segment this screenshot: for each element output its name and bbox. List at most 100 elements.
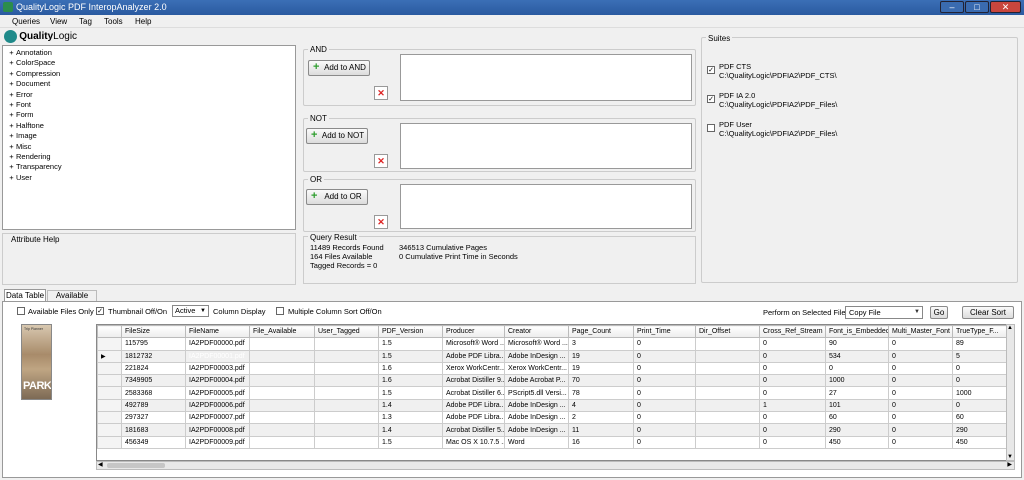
available-files-only-checkbox[interactable] xyxy=(17,307,25,315)
horizontal-scrollbar[interactable]: ◀ ▶ xyxy=(96,461,1015,470)
expand-icon[interactable]: + xyxy=(7,173,16,183)
expand-icon[interactable]: + xyxy=(7,152,16,162)
thumbnail-checkbox[interactable]: ✓ xyxy=(96,307,104,315)
table-cell[interactable]: 0 xyxy=(888,435,953,449)
add-to-and-button[interactable]: + Add to AND xyxy=(308,60,370,76)
table-cell[interactable] xyxy=(695,411,760,425)
column-header[interactable]: Multi_Master_Font xyxy=(888,325,953,339)
tree-item-transparency[interactable]: + Transparency xyxy=(7,162,295,172)
table-cell[interactable] xyxy=(249,374,315,388)
table-cell[interactable] xyxy=(249,349,315,363)
table-cell[interactable]: Acrobat Distiller 5... xyxy=(442,423,505,437)
table-cell[interactable]: Adobe Acrobat P... xyxy=(504,374,569,388)
column-header[interactable]: Dir_Offset xyxy=(695,325,760,339)
tree-item-image[interactable]: + Image xyxy=(7,131,295,141)
delete-not-button[interactable]: ✕ xyxy=(374,154,388,168)
table-cell[interactable]: Xerox WorkCentr... xyxy=(504,361,569,376)
table-cell[interactable]: 0 xyxy=(633,337,696,351)
table-cell[interactable]: IA2PDF00001.pdf xyxy=(185,349,250,363)
tree-item-user[interactable]: + User xyxy=(7,173,295,183)
table-cell[interactable]: 1.5 xyxy=(378,435,443,449)
column-header[interactable]: TrueType_F... xyxy=(952,325,1013,339)
tree-item-font[interactable]: + Font xyxy=(7,100,295,110)
table-cell[interactable]: 60 xyxy=(952,411,1013,425)
not-criteria-box[interactable] xyxy=(400,123,692,169)
table-cell[interactable]: 450 xyxy=(952,435,1013,449)
column-header[interactable]: Cross_Ref_Stream xyxy=(759,325,826,339)
suite-checkbox[interactable]: ✓ xyxy=(707,95,715,103)
table-cell[interactable] xyxy=(249,423,315,437)
table-cell[interactable] xyxy=(314,398,379,413)
table-cell[interactable]: 1 xyxy=(759,398,826,413)
action-select[interactable]: Copy File ▼ xyxy=(845,306,923,319)
tree-item-compression[interactable]: + Compression xyxy=(7,69,295,79)
table-cell[interactable] xyxy=(695,423,760,437)
table-row[interactable]: 2583368 IA2PDF00005.pdf 1.5 Acrobat Distill… xyxy=(97,386,1014,400)
expand-icon[interactable]: + xyxy=(7,58,16,68)
table-cell[interactable]: 0 xyxy=(759,337,826,351)
table-cell[interactable]: IA2PDF00003.pdf xyxy=(185,361,250,376)
column-header[interactable]: Creator xyxy=(504,325,569,339)
table-cell[interactable]: 0 xyxy=(888,361,953,376)
and-criteria-box[interactable] xyxy=(400,54,692,101)
menu-help[interactable]: Help xyxy=(135,17,151,26)
table-cell[interactable] xyxy=(314,435,379,449)
row-selector[interactable] xyxy=(97,386,122,400)
column-header[interactable]: File_Available xyxy=(249,325,315,339)
table-row[interactable]: 297327 IA2PDF00007.pdf 1.3 Adobe PDF Libra.… xyxy=(97,411,1014,425)
expand-icon[interactable]: + xyxy=(7,110,16,120)
column-header[interactable]: User_Tagged xyxy=(314,325,379,339)
table-cell[interactable]: Adobe PDF Libra... xyxy=(442,398,505,413)
table-cell[interactable]: 0 xyxy=(759,361,826,376)
table-cell[interactable]: 3 xyxy=(568,337,634,351)
table-cell[interactable] xyxy=(249,386,315,400)
table-cell[interactable]: 4 xyxy=(568,398,634,413)
current-row-arrow-icon[interactable]: ▶ xyxy=(97,349,122,363)
expand-icon[interactable]: + xyxy=(7,48,16,58)
tree-item-form[interactable]: + Form xyxy=(7,110,295,120)
table-cell[interactable] xyxy=(314,337,379,351)
table-cell[interactable]: Microsoft® Word ... xyxy=(504,337,569,351)
table-cell[interactable]: 115795 xyxy=(121,337,186,351)
row-selector[interactable] xyxy=(97,361,122,376)
table-cell[interactable]: 101 xyxy=(825,398,889,413)
table-cell[interactable]: 19 xyxy=(568,361,634,376)
table-cell[interactable]: 290 xyxy=(952,423,1013,437)
table-cell[interactable]: 221824 xyxy=(121,361,186,376)
table-cell[interactable]: 2583368 xyxy=(121,386,186,400)
expand-icon[interactable]: + xyxy=(7,79,16,89)
expand-icon[interactable]: + xyxy=(7,100,16,110)
table-cell[interactable]: 0 xyxy=(888,374,953,388)
clear-sort-button[interactable]: Clear Sort xyxy=(962,306,1014,319)
table-cell[interactable]: 0 xyxy=(825,361,889,376)
table-cell[interactable]: 1.5 xyxy=(378,337,443,351)
table-cell[interactable]: IA2PDF00009.pdf xyxy=(185,435,250,449)
table-cell[interactable]: 0 xyxy=(888,423,953,437)
table-cell[interactable]: 0 xyxy=(633,398,696,413)
row-selector[interactable] xyxy=(97,398,122,413)
table-cell[interactable]: 0 xyxy=(888,349,953,363)
table-cell[interactable] xyxy=(695,435,760,449)
table-cell[interactable]: Adobe InDesign ... xyxy=(504,411,569,425)
table-cell[interactable] xyxy=(695,337,760,351)
table-cell[interactable]: 0 xyxy=(952,398,1013,413)
table-cell[interactable]: Word xyxy=(504,435,569,449)
table-cell[interactable] xyxy=(695,349,760,363)
table-row[interactable]: 181683 IA2PDF00008.pdf 1.4 Acrobat Distille… xyxy=(97,423,1014,437)
expand-icon[interactable]: + xyxy=(7,69,16,79)
table-cell[interactable]: 0 xyxy=(633,411,696,425)
table-cell[interactable] xyxy=(249,361,315,376)
table-cell[interactable]: 0 xyxy=(633,423,696,437)
table-row[interactable]: 115795 IA2PDF00000.pdf 1.5 Microsoft® Word … xyxy=(97,337,1014,351)
menu-tag[interactable]: Tag xyxy=(79,17,92,26)
table-cell[interactable]: 1.5 xyxy=(378,349,443,363)
menu-tools[interactable]: Tools xyxy=(104,17,123,26)
table-cell[interactable]: 181683 xyxy=(121,423,186,437)
table-cell[interactable]: Adobe InDesign ... xyxy=(504,423,569,437)
row-selector[interactable] xyxy=(97,374,122,388)
table-cell[interactable]: 456349 xyxy=(121,435,186,449)
table-cell[interactable]: Adobe PDF Libra... xyxy=(442,349,505,363)
table-cell[interactable] xyxy=(249,411,315,425)
column-header[interactable]: PDF_Version xyxy=(378,325,443,339)
table-cell[interactable]: 19 xyxy=(568,349,634,363)
